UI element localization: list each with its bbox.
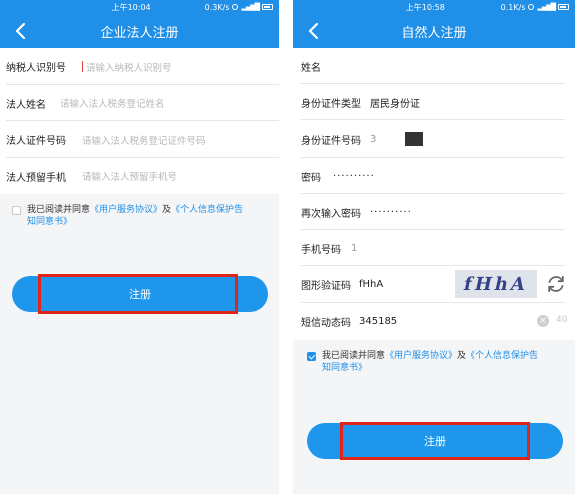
id-type-label: 身份证件类型 [301,98,361,110]
enterprise-register-screen: 上午10:04 0.3K/s ▂▄▆█ 企业法人注册 纳税人识别号 请输入纳税人… [0,0,279,494]
taxpayer-id-row: 纳税人识别号 请输入纳税人识别号 [0,48,279,85]
alarm-icon [528,4,535,10]
text-cursor [82,61,83,72]
battery-icon [558,4,569,10]
legal-id-label: 法人证件号码 [6,136,66,147]
page-title: 企业法人注册 [100,25,179,41]
id-type-row[interactable]: 身份证件类型 居民身份证 [293,84,575,120]
sms-label: 短信动态码 [301,318,351,329]
id-number-row: 身份证件号码 3 [293,120,575,158]
agree-checkbox[interactable] [307,352,316,361]
captcha-image[interactable]: fHhA [455,270,537,298]
privacy-consent-link-cont[interactable]: 知同意书》 [322,363,367,373]
captcha-row: 图形验证码 fHhA fHhA [293,266,575,303]
battery-icon [262,4,273,10]
register-button-label: 注册 [129,288,151,301]
legal-name-row: 法人姓名 请输入法人税务登记姓名 [0,85,279,121]
signal-icon: ▂▄▆█ [241,3,260,11]
agreement-prefix: 我已阅读并同意 [27,205,91,215]
alarm-icon [232,4,239,10]
privacy-consent-link-cont[interactable]: 知同意书》 [27,217,72,227]
redacted-block [405,132,423,146]
id-type-value: 居民身份证 [370,98,420,110]
agree-checkbox[interactable] [12,206,21,215]
name-label: 姓名 [301,62,321,74]
password-confirm-input[interactable]: ·········· [370,207,412,218]
privacy-consent-link[interactable]: 《个人信息保护告 [171,205,243,215]
status-bar: 上午10:04 0.3K/s ▂▄▆█ [0,0,279,14]
password-confirm-row: 再次输入密码 ·········· [293,194,575,230]
legal-phone-row: 法人预留手机 请输入法人预留手机号 [0,158,279,194]
phone-input[interactable]: 1 [351,243,357,254]
enterprise-form: 纳税人识别号 请输入纳税人识别号 法人姓名 请输入法人税务登记姓名 法人证件号码… [0,48,279,194]
user-service-agreement-link[interactable]: 《用户服务协议》 [90,205,162,215]
chevron-left-icon [308,22,319,40]
legal-phone-label: 法人预留手机 [6,172,66,184]
agreement-prefix: 我已阅读并同意 [322,351,386,361]
captcha-image-text: fHhA [461,273,531,295]
sms-input[interactable]: 345185 [359,316,397,327]
status-network-rate: 0.1K/s [500,2,526,12]
phone-row: 手机号码 1 [293,230,575,266]
page-title: 自然人注册 [401,25,467,41]
captcha-input[interactable]: fHhA [359,279,383,290]
legal-id-row: 法人证件号码 请输入法人税务登记证件号码 [0,121,279,158]
clear-circle-icon[interactable]: × [537,315,549,327]
id-number-input[interactable]: 3 [370,134,376,145]
name-row[interactable]: 姓名 [293,48,575,84]
id-number-label: 身份证件号码 [301,135,361,147]
agreement: 我已阅读并同意《用户服务协议》及《个人信息保护告知同意书》 [307,350,565,374]
personal-register-screen: 上午10:58 0.1K/s ▂▄▆█ 自然人注册 姓名 身份证件类型 居民身份… [293,0,575,494]
agreement-text: 我已阅读并同意《用户服务协议》及《个人信息保护告知同意书》 [27,204,243,228]
agreement-text: 我已阅读并同意《用户服务协议》及《个人信息保护告知同意书》 [322,350,538,374]
nav-bar: 自然人注册 [293,14,575,48]
status-time: 上午10:58 [405,3,445,12]
register-button[interactable]: 注册 [307,423,563,459]
privacy-consent-link[interactable]: 《个人信息保护告 [466,351,538,361]
agreement-and: 及 [162,205,172,215]
legal-name-label: 法人姓名 [6,99,46,111]
status-time: 上午10:04 [111,3,151,12]
agreement: 我已阅读并同意《用户服务协议》及《个人信息保护告知同意书》 [12,204,262,228]
agreement-and: 及 [457,351,467,361]
register-button[interactable]: 注册 [12,276,268,312]
signal-icon: ▂▄▆█ [537,3,556,11]
register-button-label: 注册 [424,435,446,448]
legal-id-input[interactable]: 请输入法人税务登记证件号码 [82,133,206,147]
refresh-icon [548,275,564,293]
refresh-captcha-button[interactable] [545,273,567,295]
phone-label: 手机号码 [301,244,341,256]
password-row: 密码 ·········· [293,158,575,194]
password-label: 密码 [301,172,321,184]
taxpayer-id-label: 纳税人识别号 [6,63,66,74]
taxpayer-id-input[interactable]: 请输入纳税人识别号 [86,60,172,74]
chevron-left-icon [15,22,26,40]
status-bar: 上午10:58 0.1K/s ▂▄▆█ [293,0,575,14]
legal-name-input[interactable]: 请输入法人税务登记姓名 [60,96,165,110]
status-network-rate: 0.3K/s [204,2,230,12]
personal-form: 姓名 身份证件类型 居民身份证 身份证件号码 3 密码 ·········· 再… [293,48,575,340]
legal-phone-input[interactable]: 请输入法人预留手机号 [82,169,177,183]
sms-countdown: 40 [556,315,568,325]
password-input[interactable]: ·········· [333,171,375,182]
sms-row: 短信动态码 345185 × 40 [293,303,575,340]
captcha-label: 图形验证码 [301,281,351,292]
back-button[interactable] [10,21,30,41]
back-button[interactable] [303,21,323,41]
nav-bar: 企业法人注册 [0,14,279,48]
user-service-agreement-link[interactable]: 《用户服务协议》 [385,351,457,361]
password-confirm-label: 再次输入密码 [301,208,361,220]
